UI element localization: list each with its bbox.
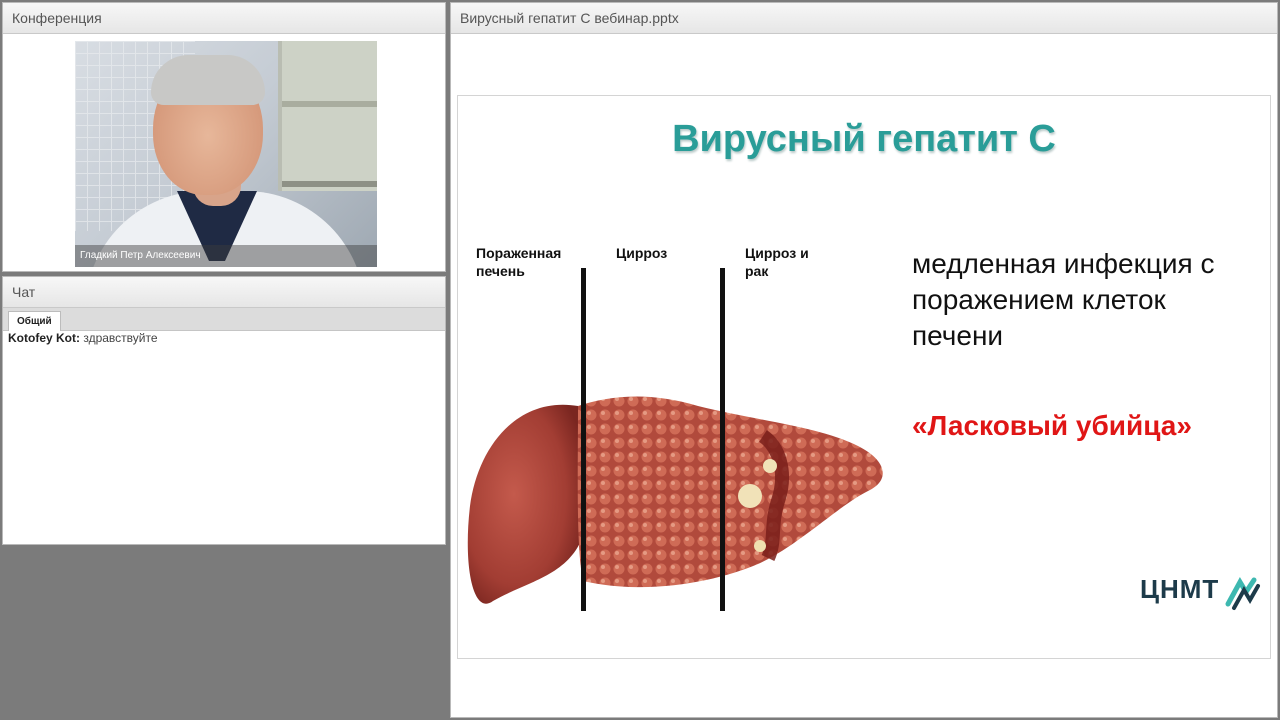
- webcam-video: Гладкий Петр Алексеевич: [75, 41, 377, 267]
- stage-divider: [581, 268, 586, 611]
- conference-title: Конференция: [3, 3, 445, 34]
- chat-panel: Чат Общий Kotofey Kot: здравствуйте: [2, 276, 446, 545]
- body-line: печени: [912, 320, 1004, 351]
- body-line: медленная инфекция с: [912, 248, 1215, 279]
- presentation-panel: Вирусный гепатит С вебинар.pptx Вирусный…: [450, 2, 1278, 718]
- slide-title: Вирусный гепатит С: [672, 118, 1056, 160]
- cnmt-logo-text: ЦНМТ: [1140, 574, 1220, 604]
- body-line: поражением клеток: [912, 284, 1166, 315]
- chat-title: Чат: [3, 277, 445, 308]
- stage-label-affected-liver: Пораженная печень: [476, 245, 562, 279]
- stage-divider: [720, 268, 725, 611]
- stage-label-cirrhosis-cancer: Цирроз и рак: [745, 245, 809, 279]
- background-shelf: [278, 41, 377, 191]
- slide: Вирусный гепатит С Пораженная печень Цир…: [457, 95, 1271, 659]
- tab-general[interactable]: Общий: [8, 311, 61, 331]
- speaker-hair: [151, 55, 265, 105]
- liver-illustration: [467, 396, 883, 604]
- chat-tabs: Общий: [3, 308, 445, 331]
- shelf-board: [282, 101, 377, 107]
- chat-message-user: Kotofey Kot:: [8, 331, 80, 345]
- presentation-file-title: Вирусный гепатит С вебинар.pptx: [451, 3, 1277, 34]
- chat-message: Kotofey Kot: здравствуйте: [3, 331, 445, 345]
- cnmt-logo-icon: [1225, 576, 1260, 610]
- shelf-board: [282, 181, 377, 187]
- slide-emphasis-text: «Ласковый убийца»: [912, 410, 1192, 441]
- speaker-name-caption: Гладкий Петр Алексеевич: [75, 245, 377, 267]
- slide-body-text: медленная инфекция с поражением клеток п…: [912, 246, 1262, 354]
- chat-message-text: здравствуйте: [83, 331, 158, 345]
- stage-label-cirrhosis: Цирроз: [616, 245, 668, 261]
- conference-panel: Конференция Гладкий Петр Алексеевич: [2, 2, 446, 272]
